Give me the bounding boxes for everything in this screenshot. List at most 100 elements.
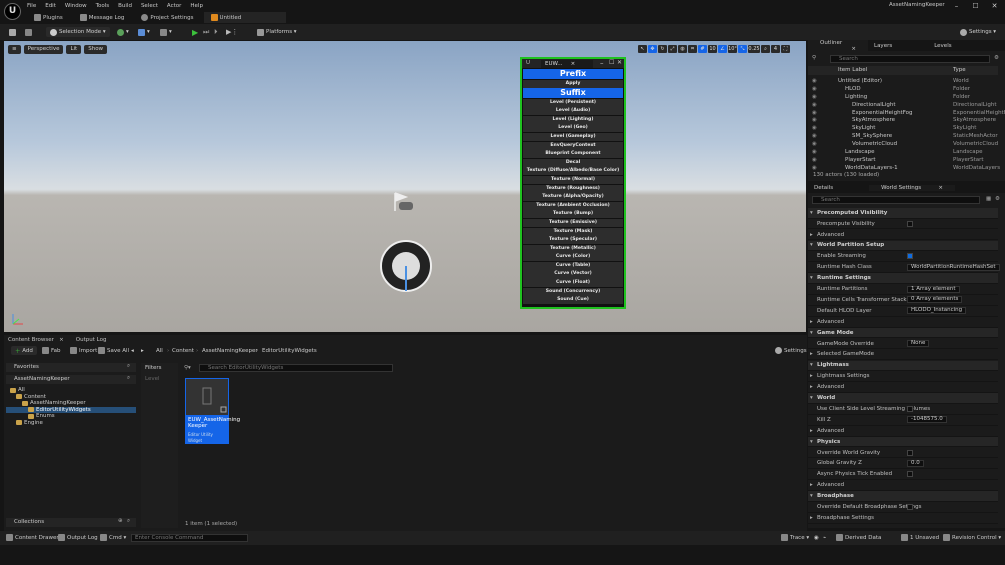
project-header[interactable]: AssetNamingKeeper <box>6 375 136 384</box>
expand-arrow-icon[interactable]: ▾ <box>810 439 813 445</box>
console-input[interactable]: Enter Console Command <box>131 534 248 542</box>
translate-icon[interactable]: ✥ <box>648 45 657 53</box>
revision-control-button[interactable]: Revision Control ▾ <box>943 533 1001 542</box>
maximize-viewport-icon[interactable]: ⛶ <box>781 45 790 53</box>
maximize-icon[interactable]: ☐ <box>966 2 985 10</box>
details-property-row[interactable]: ▸ Lightmass Settings <box>808 372 998 382</box>
details-property-row[interactable]: ▸ Advanced <box>808 481 998 491</box>
expand-arrow-icon[interactable]: ▸ <box>810 373 813 379</box>
forward-icon[interactable]: ▸ <box>141 346 144 355</box>
grid-icon[interactable]: ▦ <box>986 196 991 202</box>
outliner-row[interactable]: ◉ VolumetricCloud VolumetricCloud <box>808 140 998 148</box>
expand-arrow-icon[interactable]: ▾ <box>810 210 813 216</box>
minimize-icon[interactable]: – <box>947 2 966 10</box>
menu-edit[interactable]: Edit <box>45 3 56 9</box>
asset-type-button[interactable]: Texture (Roughness) <box>523 184 623 193</box>
visibility-eye-icon[interactable]: ◉ <box>812 157 817 163</box>
tab-layers[interactable]: Layers <box>868 43 898 49</box>
visibility-eye-icon[interactable]: ◉ <box>812 149 817 155</box>
details-section-header[interactable]: ▾ World <box>808 393 998 404</box>
viewport-menu-icon[interactable]: ≡ <box>8 44 21 54</box>
outliner-row[interactable]: ◉ PlayerStart PlayerStart <box>808 156 998 164</box>
property-checkbox[interactable] <box>907 449 913 456</box>
suffix-button[interactable]: Suffix <box>523 88 623 99</box>
asset-type-button[interactable]: Level (Lighting) <box>523 115 623 124</box>
settings-icon[interactable]: ⚙ <box>995 196 1000 202</box>
visibility-eye-icon[interactable]: ◉ <box>812 78 817 84</box>
details-section-header[interactable]: ▾ Game Mode <box>808 327 998 339</box>
sky-sphere-gizmo[interactable] <box>379 239 433 293</box>
asset-type-button[interactable]: Sound (Concurrency) <box>523 287 623 296</box>
breadcrumb-all[interactable]: All <box>156 346 163 355</box>
asset-tile[interactable]: EUW_AssetNaming Keeper Editor Utility Wi… <box>185 378 240 444</box>
search-icon[interactable]: ⌕ <box>127 363 130 370</box>
expand-arrow-icon[interactable]: ▸ <box>810 515 813 521</box>
details-property-row[interactable]: ▸ Advanced <box>808 230 998 241</box>
column-type[interactable]: Type <box>953 67 966 73</box>
asset-type-button[interactable]: EnvQueryContext <box>523 141 623 150</box>
unreal-logo-icon[interactable]: U <box>4 3 21 20</box>
add-button[interactable]: ＋ Add <box>11 346 37 355</box>
surface-snap-icon[interactable]: ⌗ <box>688 45 697 53</box>
outliner-row[interactable]: ◉ DirectionalLight DirectionalLight <box>808 101 998 109</box>
breadcrumb-editorutilitywidgets[interactable]: EditorUtilityWidgets <box>262 346 317 355</box>
property-value[interactable]: 1 Array element <box>907 285 960 293</box>
details-section-header[interactable]: ▾ Physics <box>808 436 998 448</box>
favorites-header[interactable]: Favorites <box>6 363 136 372</box>
player-start-icon[interactable] <box>392 191 416 213</box>
show-button[interactable]: Show <box>84 44 108 54</box>
expand-arrow-icon[interactable]: ▾ <box>810 395 813 401</box>
details-section-header[interactable]: ▾ World Partition Setup <box>808 240 998 252</box>
tab-levels[interactable]: Levels <box>928 43 957 49</box>
tab-details[interactable]: Details <box>808 185 839 191</box>
asset-type-button[interactable]: Texture (Alpha/Opacity) <box>523 193 623 202</box>
settings-button[interactable]: Settings ▾ <box>960 27 996 37</box>
close-icon[interactable]: × <box>59 337 64 343</box>
property-value[interactable]: 0.0 <box>907 459 924 467</box>
unsaved-button[interactable]: 1 Unsaved <box>901 533 939 542</box>
visibility-eye-icon[interactable]: ◉ <box>812 117 817 123</box>
scale-snap-icon[interactable]: ⤡ <box>738 45 747 53</box>
expand-arrow-icon[interactable]: ▾ <box>810 275 813 281</box>
tab-message-log[interactable]: Message Log <box>73 12 132 23</box>
asset-type-button[interactable]: Curve (Vector) <box>523 270 623 279</box>
selection-mode-dropdown[interactable]: Selection Mode ▾ <box>46 27 110 37</box>
world-icon[interactable]: ◍ <box>678 45 687 53</box>
grid-snap-icon[interactable]: # <box>698 45 707 53</box>
save-icon[interactable] <box>9 27 18 37</box>
content-drawer-button[interactable]: Content Drawer <box>6 533 59 542</box>
outliner-row[interactable]: ◉ Lighting Folder <box>808 93 998 101</box>
asset-type-button[interactable]: Sound (Cue) <box>523 296 623 305</box>
details-property-row[interactable]: ▸ Advanced <box>808 317 998 328</box>
expand-arrow-icon[interactable]: ▸ <box>810 319 813 325</box>
blueprint-icon[interactable]: ▾ <box>138 27 150 37</box>
maximize-icon[interactable]: ☐ <box>609 59 614 66</box>
close-icon[interactable]: × <box>571 61 576 67</box>
details-property-row[interactable]: ▸ Advanced <box>808 382 998 393</box>
asset-type-button[interactable]: Texture (Bump) <box>523 210 623 219</box>
step-icon[interactable]: ⏭ <box>203 27 209 37</box>
trace-dropdown[interactable]: Trace ▾ <box>781 533 809 542</box>
menu-window[interactable]: Window <box>65 3 87 9</box>
browse-icon[interactable] <box>25 27 34 37</box>
expand-arrow-icon[interactable]: ▸ <box>810 232 813 238</box>
menu-actor[interactable]: Actor <box>167 3 181 9</box>
settings-icon[interactable]: ⚙ <box>994 55 999 61</box>
expand-arrow-icon[interactable]: ▸ <box>810 351 813 357</box>
rotation-snap-value[interactable]: 10° <box>728 45 737 53</box>
asset-type-button[interactable]: Curve (Float) <box>523 279 623 288</box>
visibility-eye-icon[interactable]: ◉ <box>812 125 817 131</box>
asset-type-button[interactable]: Level (Audio) <box>523 107 623 116</box>
tab-content-browser[interactable]: Content Browser × <box>4 336 68 343</box>
perspective-button[interactable]: Perspective <box>23 44 64 54</box>
scale-icon[interactable]: ⤢ <box>668 45 677 53</box>
asset-type-button[interactable]: Level (Geo) <box>523 124 623 133</box>
asset-type-button[interactable]: Blueprint Component <box>523 150 623 159</box>
asset-type-button[interactable]: Texture (Normal) <box>523 175 623 185</box>
visibility-eye-icon[interactable]: ◉ <box>812 110 817 116</box>
widget-tab[interactable]: EUW... × <box>541 60 593 68</box>
simulate-icon[interactable]: ⏵ <box>214 27 218 37</box>
filter-level[interactable]: Level <box>145 376 160 382</box>
property-value[interactable]: 0 Array elements <box>907 296 963 304</box>
asset-type-button[interactable]: Texture (Mask) <box>523 227 623 236</box>
